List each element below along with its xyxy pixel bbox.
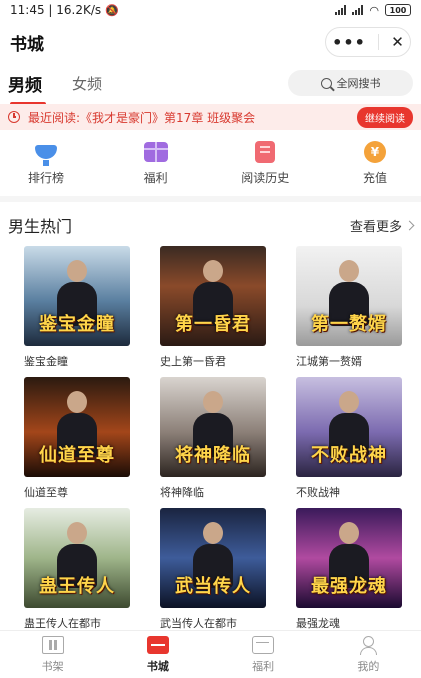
book-card[interactable]: 最强龙魂 最强龙魂 xyxy=(296,508,402,631)
search-placeholder: 全网搜书 xyxy=(336,77,381,90)
book-card[interactable]: 蛊王传人 蛊王传人在都市 xyxy=(24,508,130,631)
book-title[interactable]: 蛊王传人在都市 xyxy=(24,615,130,631)
bookshelf-icon xyxy=(41,635,64,654)
quick-nav: 排行榜 福利 阅读历史 ¥ 充值 xyxy=(0,140,421,190)
close-button[interactable]: ✕ xyxy=(391,33,404,51)
cover-title: 第一赘婿 xyxy=(311,314,387,335)
quick-nav-label: 阅读历史 xyxy=(241,171,290,185)
nav-bookstore[interactable]: 书城 xyxy=(128,635,188,674)
cover-title: 仙道至尊 xyxy=(39,445,115,466)
trophy-icon xyxy=(33,140,59,166)
recent-reading-banner[interactable]: 最近阅读:《我才是豪门》第17章 班级聚会 继续阅读 xyxy=(0,104,421,130)
quick-nav-recharge[interactable]: ¥ 充值 xyxy=(345,140,405,190)
quick-nav-ranking[interactable]: 排行榜 xyxy=(16,140,76,190)
quick-nav-label: 排行榜 xyxy=(27,171,64,185)
nav-profile[interactable]: 我的 xyxy=(338,635,398,674)
section-header: 男生热门 查看更多 xyxy=(0,210,421,240)
recent-reading-text: 最近阅读:《我才是豪门》第17章 班级聚会 xyxy=(28,110,256,125)
cover-title: 蛊王传人 xyxy=(39,576,115,597)
book-title[interactable]: 最强龙魂 xyxy=(296,615,402,631)
status-right: ◠ 100 xyxy=(335,4,411,17)
coin-icon: ¥ xyxy=(362,140,388,164)
notification-muted-icon: 🔕 xyxy=(105,3,119,17)
profile-icon xyxy=(357,635,379,655)
book-title[interactable]: 仙道至尊 xyxy=(24,484,130,500)
book-title[interactable]: 武当传人在都市 xyxy=(160,615,266,631)
book-card[interactable]: 仙道至尊 仙道至尊 xyxy=(24,377,130,500)
wifi-icon: ◠ xyxy=(369,3,379,17)
welfare-icon xyxy=(252,635,275,654)
tab-female[interactable]: 女频 xyxy=(72,73,102,94)
quick-nav-label: 福利 xyxy=(143,171,168,185)
book-title[interactable]: 不败战神 xyxy=(296,484,402,500)
more-button[interactable]: ••• xyxy=(332,33,366,52)
section-divider xyxy=(0,196,421,202)
signal-icon xyxy=(335,5,347,15)
book-title[interactable]: 史上第一昏君 xyxy=(160,353,266,369)
status-left: 11:45 | 16.2K/s 🔕 xyxy=(10,3,119,17)
title-bar: 书城 ••• ✕ xyxy=(0,24,421,60)
chevron-right-icon xyxy=(404,220,415,230)
book-cover[interactable]: 仙道至尊 xyxy=(24,377,130,477)
history-icon xyxy=(252,140,278,164)
signal-icon-2 xyxy=(352,5,364,15)
cover-title: 鉴宝金瞳 xyxy=(39,314,115,335)
mini-program-capsule: ••• ✕ xyxy=(325,27,411,57)
book-card[interactable]: 不败战神 不败战神 xyxy=(296,377,402,500)
cover-title: 不败战神 xyxy=(311,445,387,466)
book-title[interactable]: 将神降临 xyxy=(160,484,266,500)
book-title[interactable]: 鉴宝金瞳 xyxy=(24,353,130,369)
book-grid: 鉴宝金瞳 鉴宝金瞳 第一昏君 史上第一昏君 第一赘婿 江城第一赘婿 仙道至尊 仙… xyxy=(0,246,421,631)
battery-icon: 100 xyxy=(385,4,411,16)
status-bar: 11:45 | 16.2K/s 🔕 ◠ 100 xyxy=(0,0,421,20)
capsule-divider xyxy=(378,34,380,50)
book-cover[interactable]: 蛊王传人 xyxy=(24,508,130,608)
section-title: 男生热门 xyxy=(8,217,73,236)
nav-label: 书架 xyxy=(41,659,64,673)
status-time: 11:45 | 16.2K/s xyxy=(10,3,102,17)
nav-label: 我的 xyxy=(357,659,380,673)
search-icon xyxy=(320,77,332,89)
bookstore-icon xyxy=(146,635,169,654)
book-title[interactable]: 江城第一赘婿 xyxy=(296,353,402,369)
book-card[interactable]: 第一赘婿 江城第一赘婿 xyxy=(296,246,402,369)
cover-title: 武当传人 xyxy=(175,576,251,597)
book-card[interactable]: 将神降临 将神降临 xyxy=(160,377,266,500)
gift-icon xyxy=(143,140,169,164)
nav-welfare[interactable]: 福利 xyxy=(233,635,293,674)
see-more-link[interactable]: 查看更多 xyxy=(349,216,415,235)
cover-title: 将神降临 xyxy=(175,445,251,466)
tab-male[interactable]: 男频 xyxy=(8,71,46,106)
continue-reading-button[interactable]: 继续阅读 xyxy=(357,106,413,128)
page-title: 书城 xyxy=(10,34,44,55)
cover-title: 最强龙魂 xyxy=(311,576,387,597)
cover-title: 第一昏君 xyxy=(175,314,251,335)
book-cover[interactable]: 鉴宝金瞳 xyxy=(24,246,130,346)
clock-icon xyxy=(8,111,20,123)
book-card[interactable]: 第一昏君 史上第一昏君 xyxy=(160,246,266,369)
book-cover[interactable]: 最强龙魂 xyxy=(296,508,402,608)
book-cover[interactable]: 第一昏君 xyxy=(160,246,266,346)
nav-label: 书城 xyxy=(146,659,169,673)
book-card[interactable]: 鉴宝金瞳 鉴宝金瞳 xyxy=(24,246,130,369)
book-cover[interactable]: 武当传人 xyxy=(160,508,266,608)
book-cover[interactable]: 不败战神 xyxy=(296,377,402,477)
book-cover[interactable]: 第一赘婿 xyxy=(296,246,402,346)
search-input[interactable]: 全网搜书 xyxy=(288,70,413,96)
quick-nav-label: 充值 xyxy=(362,171,387,185)
nav-bookshelf[interactable]: 书架 xyxy=(23,635,83,674)
book-cover[interactable]: 将神降临 xyxy=(160,377,266,477)
channel-tabs: 男频 女频 全网搜书 xyxy=(0,64,421,106)
bottom-nav: 书架 书城 福利 我的 xyxy=(0,630,421,678)
quick-nav-welfare[interactable]: 福利 xyxy=(126,140,186,190)
book-card[interactable]: 武当传人 武当传人在都市 xyxy=(160,508,266,631)
see-more-label: 查看更多 xyxy=(349,219,402,235)
quick-nav-history[interactable]: 阅读历史 xyxy=(235,140,295,190)
nav-label: 福利 xyxy=(252,659,275,673)
